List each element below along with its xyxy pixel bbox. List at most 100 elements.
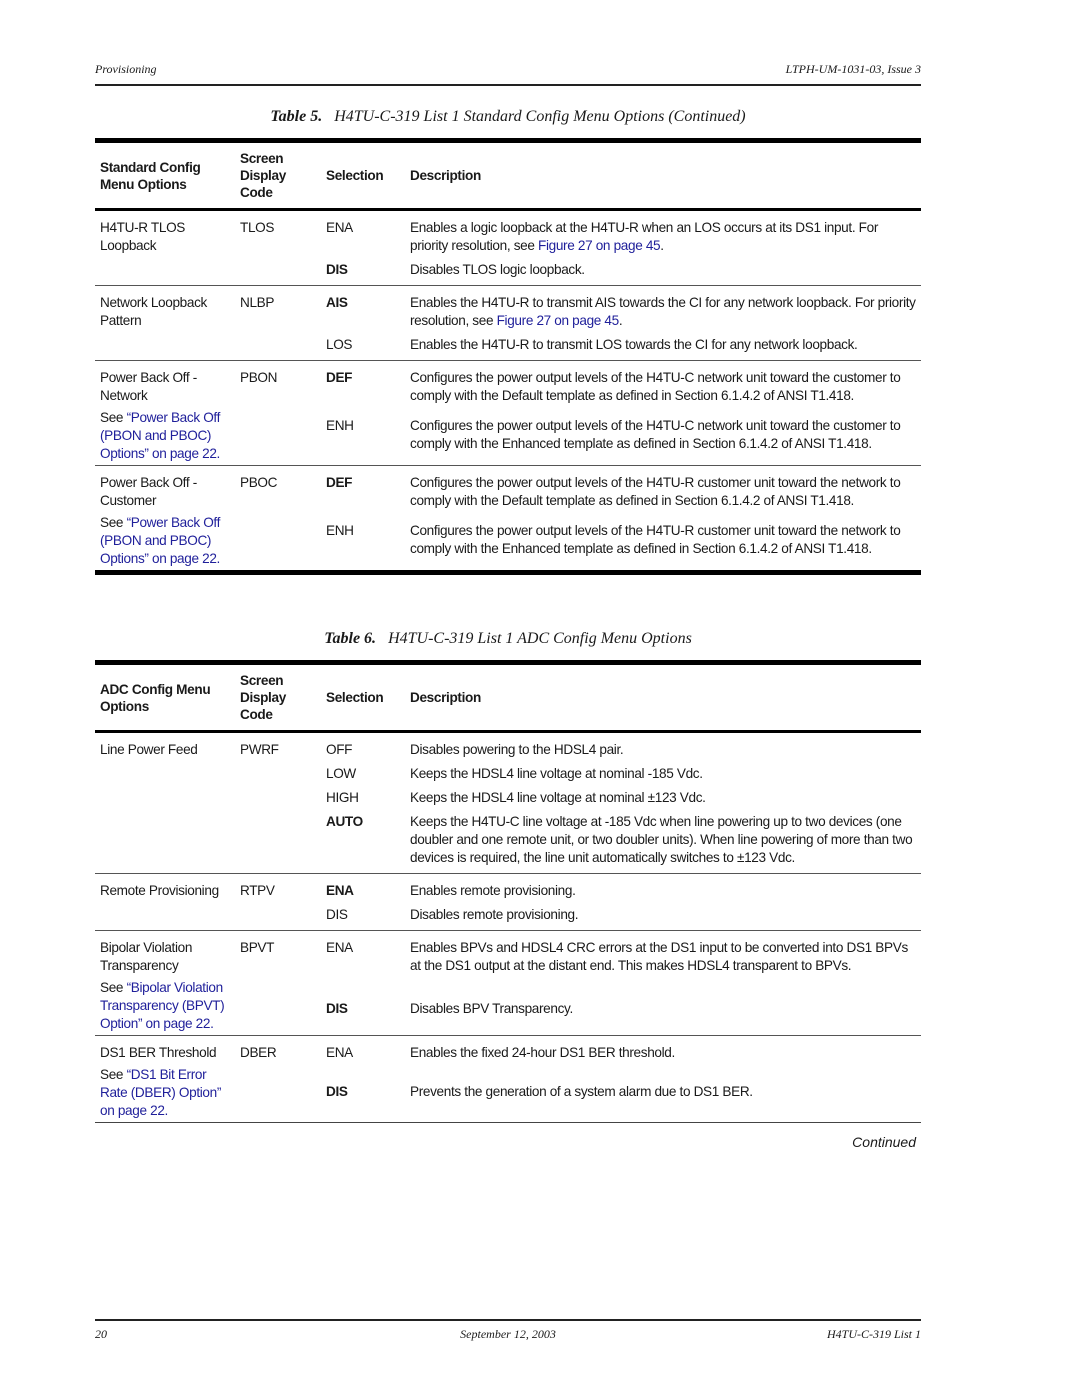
- selection-cell: ENA: [326, 940, 353, 955]
- menu-option-name: Power Back Off - Customer: [100, 475, 197, 508]
- description-cell: Keeps the H4TU-C line voltage at -185 Vd…: [410, 814, 913, 865]
- menu-option-cell: Network Loopback Pattern: [95, 286, 235, 361]
- menu-option-cell: DS1 BER Threshold See “DS1 Bit Error Rate…: [95, 1036, 235, 1123]
- table5-number: Table 5.: [270, 108, 323, 125]
- table5-caption: Table 5. H4TU-C-319 List 1 Standard Confi…: [95, 108, 921, 126]
- table-row: Network Loopback Pattern NLBP AIS Enables t…: [95, 286, 921, 333]
- description-cell: Enables BPVs and HDSL4 CRC errors at the…: [410, 940, 908, 973]
- see-prefix: See: [100, 515, 127, 530]
- screen-code-cell: PBOC: [240, 475, 278, 490]
- menu-option-cell: Power Back Off - Network See “Power Back …: [95, 361, 235, 466]
- description-cell: Configures the power output levels of th…: [410, 418, 901, 451]
- see-prefix: See: [100, 1067, 127, 1082]
- description-cell: Enables the H4TU-R to transmit LOS towar…: [410, 337, 858, 352]
- table5: Standard Config Menu Options Screen Displa…: [95, 138, 921, 575]
- selection-cell: ENH: [326, 522, 354, 538]
- description-cell: Prevents the generation of a system alar…: [410, 1084, 753, 1099]
- table-row: Power Back Off - Customer See “Power Back…: [95, 466, 921, 566]
- table-row: Power Back Off - Network See “Power Back …: [95, 361, 921, 461]
- screen-code-cell: RTPV: [240, 883, 275, 898]
- see-prefix: See: [100, 410, 127, 425]
- selection-cell: DEF: [326, 370, 353, 385]
- menu-option-cell: Power Back Off - Customer See “Power Back…: [95, 466, 235, 573]
- menu-option-name: Bipolar Violation Transparency: [100, 940, 193, 973]
- description-cell: Disables remote provisioning.: [410, 907, 579, 922]
- table5-col-option: Standard Config Menu Options: [100, 159, 201, 192]
- figure-reference-link[interactable]: Figure 27 on page 45: [497, 313, 620, 328]
- selection-cell: DIS: [326, 907, 348, 922]
- menu-option-name: H4TU-R TLOS Loopback: [100, 220, 186, 253]
- selection-cell: OFF: [326, 742, 353, 757]
- selection-cell: ENA: [326, 220, 353, 235]
- description-cell: Enables the fixed 24-hour DS1 BER thresh…: [410, 1045, 675, 1060]
- screen-code-cell: PWRF: [240, 742, 279, 757]
- table6-number: Table 6.: [324, 630, 377, 647]
- description-cell: Enables a logic loopback at the H4TU-R w…: [410, 220, 879, 253]
- description-cell: Enables the H4TU-R to transmit AIS towar…: [410, 295, 916, 328]
- screen-code-cell: PBON: [240, 370, 278, 385]
- screen-code-cell: BPVT: [240, 940, 275, 955]
- selection-cell: DIS: [326, 262, 348, 277]
- description-cell: Keeps the HDSL4 line voltage at nominal …: [410, 790, 706, 805]
- table6-title: H4TU-C-319 List 1 ADC Config Menu Option…: [388, 630, 692, 647]
- see-reference: See “Bipolar Violation Transparency (BPV…: [100, 979, 230, 1033]
- table5-col-code: Screen Display Code: [240, 151, 286, 200]
- menu-option-cell: Remote Provisioning: [95, 874, 235, 931]
- selection-cell: LOS: [326, 337, 353, 352]
- header-section: Provisioning: [95, 62, 157, 76]
- table5-title: H4TU-C-319 List 1 Standard Config Menu O…: [334, 108, 746, 125]
- description-cell: Configures the power output levels of th…: [410, 475, 901, 508]
- description-cell: Disables BPV Transparency.: [410, 1000, 573, 1016]
- table6-col-description: Description: [410, 690, 481, 705]
- selection-cell: DIS: [326, 1000, 348, 1016]
- table6-caption: Table 6. H4TU-C-319 List 1 ADC Config Men…: [95, 630, 921, 648]
- see-prefix: See: [100, 980, 127, 995]
- description-cell: Enables remote provisioning.: [410, 883, 576, 898]
- selection-cell: HIGH: [326, 790, 359, 805]
- see-reference: See “Power Back Off (PBON and PBOC) Opti…: [100, 514, 230, 568]
- table5-header-row: Standard Config Menu Options Screen Displa…: [95, 140, 921, 210]
- header-doc-id: LTPH-UM-1031-03, Issue 3: [785, 62, 921, 76]
- footer-date: September 12, 2003: [460, 1327, 556, 1341]
- selection-cell: DIS: [326, 1084, 348, 1099]
- table6-header-row: ADC Config Menu Options Screen Display Cod…: [95, 662, 921, 732]
- menu-option-name: Power Back Off - Network: [100, 370, 197, 403]
- menu-option-cell: Bipolar Violation Transparency See “Bipol…: [95, 931, 235, 1036]
- table5-body: H4TU-R TLOS Loopback TLOS ENA Enables a log…: [95, 210, 921, 573]
- screen-code-cell: DBER: [240, 1045, 277, 1060]
- figure-reference-link[interactable]: Figure 27 on page 45: [538, 238, 661, 253]
- table6-body: Line Power Feed PWRF OFF Disables powering …: [95, 732, 921, 1123]
- footer-product: H4TU-C-319 List 1: [826, 1327, 921, 1341]
- selection-cell: ENA: [326, 883, 354, 898]
- continued-label: Continued: [852, 1134, 916, 1150]
- menu-option-name: Network Loopback Pattern: [100, 295, 207, 328]
- description-cell: Configures the power output levels of th…: [410, 522, 901, 556]
- selection-cell: DEF: [326, 475, 353, 490]
- table-row: Line Power Feed PWRF OFF Disables powering …: [95, 732, 921, 762]
- menu-option-name: DS1 BER Threshold: [100, 1045, 217, 1060]
- table6-col-option: ADC Config Menu Options: [100, 681, 211, 714]
- screen-code-cell: NLBP: [240, 295, 275, 310]
- see-reference: See “Power Back Off (PBON and PBOC) Opti…: [100, 409, 230, 463]
- page-header: Provisioning LTPH-UM-1031-03, Issue 3: [95, 60, 921, 86]
- description-cell: Disables powering to the HDSL4 pair.: [410, 742, 624, 757]
- menu-option-cell: H4TU-R TLOS Loopback: [95, 210, 235, 286]
- table-row: H4TU-R TLOS Loopback TLOS ENA Enables a log…: [95, 210, 921, 258]
- selection-cell: AUTO: [326, 814, 363, 829]
- description-cell: Configures the power output levels of th…: [410, 370, 901, 403]
- menu-option-cell: Line Power Feed: [95, 732, 235, 874]
- table6-col-code: Screen Display Code: [240, 673, 286, 722]
- menu-option-name: Remote Provisioning: [100, 883, 219, 898]
- menu-option-name: Line Power Feed: [100, 742, 198, 757]
- description-cell: Keeps the HDSL4 line voltage at nominal …: [410, 766, 703, 781]
- selection-cell: ENH: [326, 418, 354, 433]
- table-row: Bipolar Violation Transparency See “Bipol…: [95, 931, 921, 1031]
- table5-col-description: Description: [410, 168, 481, 183]
- description-cell: Disables TLOS logic loopback.: [410, 262, 585, 277]
- page-footer: 20 September 12, 2003 H4TU-C-319 List 1: [95, 1319, 921, 1341]
- table6-col-selection: Selection: [326, 690, 384, 705]
- selection-cell: ENA: [326, 1045, 353, 1060]
- screen-code-cell: TLOS: [240, 220, 275, 235]
- table-row: DS1 BER Threshold See “DS1 Bit Error Rate…: [95, 1036, 921, 1118]
- selection-cell: AIS: [326, 295, 348, 310]
